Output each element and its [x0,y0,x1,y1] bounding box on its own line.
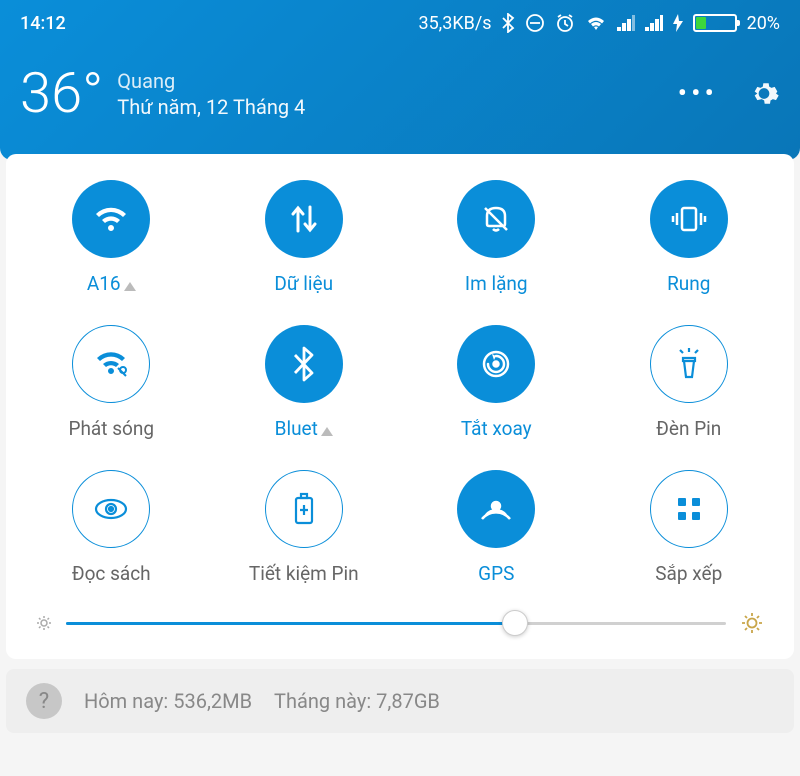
network-speed: 35,3KB/s [418,13,491,34]
charging-icon [673,14,683,32]
battery-pct: 20% [747,13,780,34]
rotate-tile[interactable]: Tắt xoay [405,325,588,440]
brightness-low-icon [36,615,52,631]
brightness-track[interactable] [66,622,726,625]
signal-1-icon [617,15,635,31]
gps-tile-icon [457,470,535,548]
brightness-thumb[interactable] [502,610,528,636]
reading-label: Đọc sách [72,562,151,585]
data-label: Dữ liệu [274,272,333,295]
reading-tile-icon [72,470,150,548]
vibrate-tile[interactable]: Rung [598,180,781,295]
silent-label: Im lặng [465,272,528,295]
silent-tile-icon [457,180,535,258]
wifi-tile[interactable]: A16 [20,180,203,295]
hotspot-label: Phát sóng [68,417,154,440]
battery-fill [696,17,706,29]
bluetooth-icon [502,13,515,33]
notification-header: 14:12 35,3KB/s 20% 36° Quang Thứ năm, 12… [0,0,800,160]
reading-tile[interactable]: Đọc sách [20,470,203,585]
settings-icon[interactable] [748,77,780,109]
signal-2-icon [645,15,663,31]
hotspot-tile-icon [72,325,150,403]
battery-icon [693,14,737,32]
hotspot-tile[interactable]: Phát sóng [20,325,203,440]
battery-saver-tile[interactable]: Tiết kiệm Pin [213,470,396,585]
weather-row[interactable]: 36° Quang Thứ năm, 12 Tháng 4 ••• [20,60,780,126]
silent-tile[interactable]: Im lặng [405,180,588,295]
arrange-label: Sắp xếp [655,562,722,585]
chevron-icon [124,282,136,291]
arrange-tile-icon [650,470,728,548]
tile-grid: A16 Dữ liệu Im lặng Rung Phát sóng Bluet… [20,180,780,585]
usage-month: Tháng này: 7,87GB [274,689,440,713]
dnd-icon [525,13,545,33]
flashlight-tile-icon [650,325,728,403]
flashlight-tile[interactable]: Đèn Pin [598,325,781,440]
rotate-tile-icon [457,325,535,403]
bluetooth-tile-icon [265,325,343,403]
battery-saver-tile-icon [265,470,343,548]
arrange-tile[interactable]: Sắp xếp [598,470,781,585]
bluetooth-label: Bluet [275,417,333,440]
weather-location: Quang [117,68,305,95]
status-bar: 14:12 35,3KB/s 20% [20,8,780,38]
gps-label: GPS [478,562,514,585]
wifi-label: A16 [87,272,136,295]
brightness-fill [66,622,515,625]
quick-settings-panel: A16 Dữ liệu Im lặng Rung Phát sóng Bluet… [6,154,794,659]
vibrate-tile-icon [650,180,728,258]
battery-saver-label: Tiết kiệm Pin [249,562,359,585]
alarm-icon [555,13,575,33]
data-tile-icon [265,180,343,258]
chevron-icon [321,427,333,436]
brightness-slider[interactable] [36,611,764,635]
data-usage-footer[interactable]: ? Hôm nay: 536,2MB Tháng này: 7,87GB [6,669,794,733]
status-right: 35,3KB/s 20% [418,13,780,34]
vibrate-label: Rung [667,272,710,295]
flashlight-label: Đèn Pin [656,417,721,440]
gps-tile[interactable]: GPS [405,470,588,585]
data-tile[interactable]: Dữ liệu [213,180,396,295]
more-icon[interactable]: ••• [678,77,718,110]
weather-date: Thứ năm, 12 Tháng 4 [117,95,305,119]
usage-today: Hôm nay: 536,2MB [84,689,252,713]
rotate-label: Tắt xoay [461,417,532,440]
brightness-high-icon [740,611,764,635]
help-icon[interactable]: ? [26,683,62,719]
temperature: 36° [20,60,103,126]
wifi-icon [585,14,607,32]
status-time: 14:12 [20,13,66,34]
bluetooth-tile[interactable]: Bluet [213,325,396,440]
wifi-tile-icon [72,180,150,258]
